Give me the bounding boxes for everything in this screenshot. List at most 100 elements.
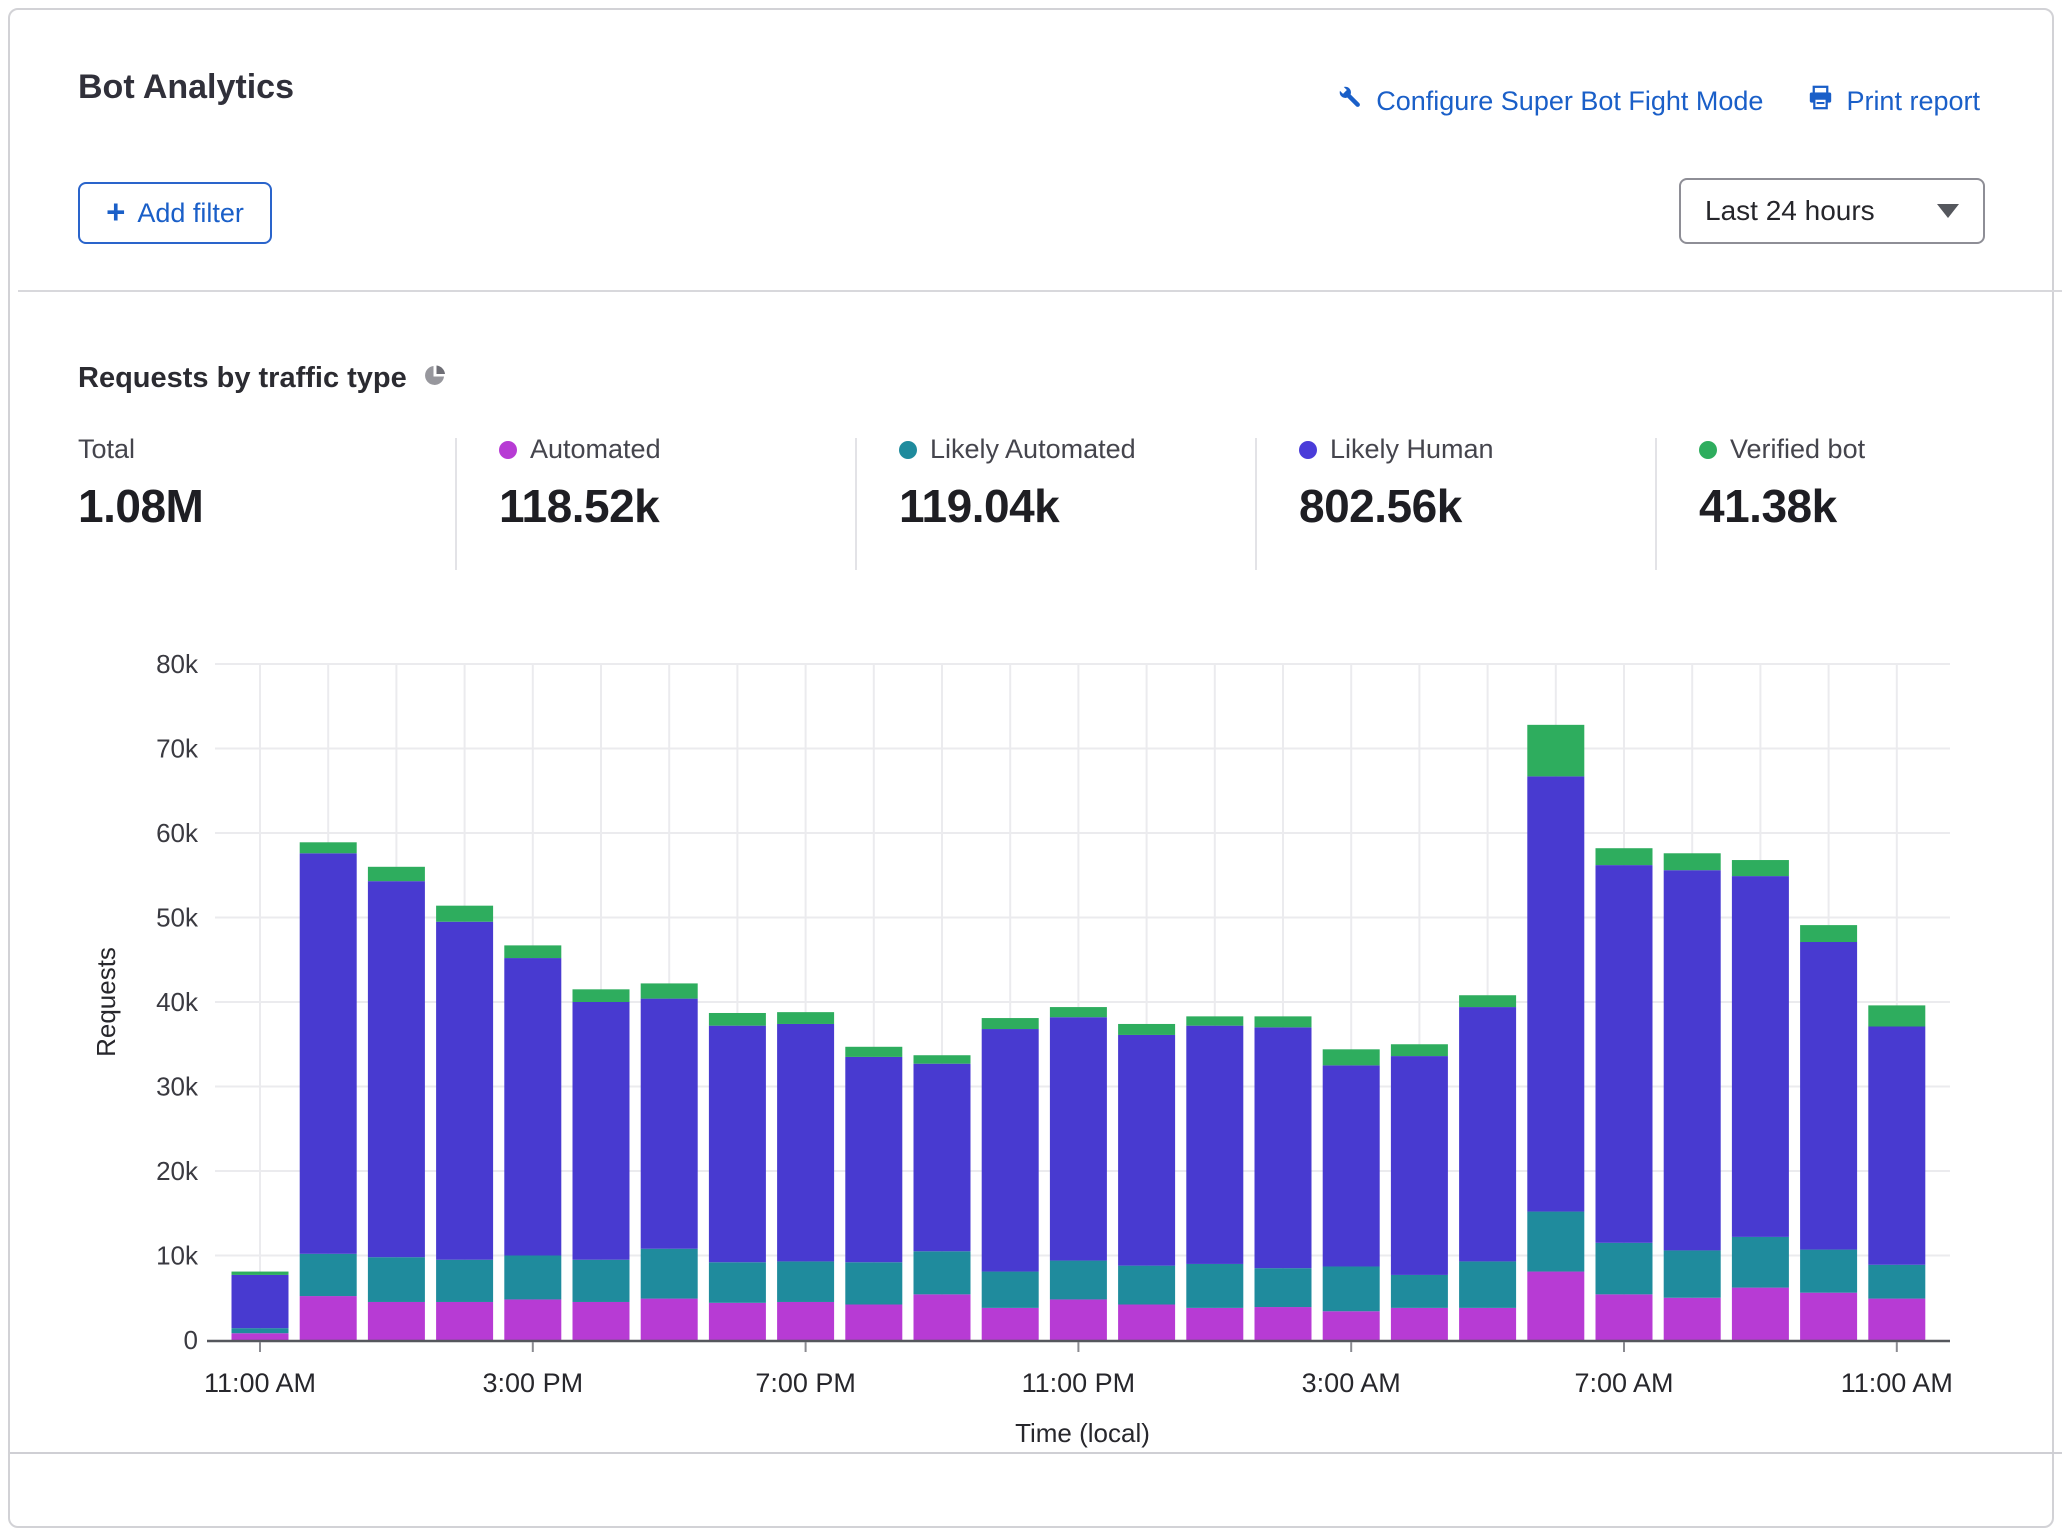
bar-segment: [436, 922, 493, 1260]
wrench-icon: [1337, 84, 1364, 118]
y-axis-tick-label: 40k: [156, 987, 199, 1017]
bar-segment: [1732, 876, 1789, 1237]
automated-legend-dot: [499, 441, 517, 459]
bar-segment: [1868, 1265, 1925, 1299]
bar-segment: [845, 1047, 902, 1057]
bar-segment: [641, 1299, 698, 1340]
bar-segment: [1391, 1044, 1448, 1056]
stat-likely-automated: Likely Automated 119.04k: [899, 434, 1136, 533]
bar-segment: [1459, 1261, 1516, 1307]
bar-segment: [1391, 1056, 1448, 1275]
bar-segment: [232, 1328, 289, 1333]
bar-segment: [1323, 1266, 1380, 1311]
x-axis-tick-label: 11:00 PM: [1022, 1368, 1136, 1398]
bar-segment: [1868, 1299, 1925, 1340]
stat-divider: [1655, 438, 1657, 570]
x-axis-title: Time (local): [1015, 1418, 1150, 1448]
y-axis-tick-label: 20k: [156, 1156, 199, 1186]
bar-segment: [1596, 1294, 1653, 1340]
bar-segment: [1527, 1212, 1584, 1272]
bar-segment: [709, 1262, 766, 1303]
y-axis-tick-label: 70k: [156, 734, 199, 764]
bar-segment: [1527, 776, 1584, 1211]
bar-segment: [573, 1002, 630, 1260]
bar-segment: [709, 1013, 766, 1026]
bar-segment: [232, 1272, 289, 1275]
bar-segment: [300, 1254, 357, 1296]
bar-segment: [232, 1275, 289, 1328]
stat-total: Total 1.08M: [78, 434, 203, 533]
y-axis-title: Requests: [91, 947, 121, 1057]
bar-segment: [1527, 1272, 1584, 1340]
bar-segment: [845, 1057, 902, 1262]
plus-icon: +: [106, 193, 125, 231]
bar-segment: [1527, 725, 1584, 777]
time-range-dropdown[interactable]: Last 24 hours: [1679, 178, 1985, 244]
bar-segment: [1050, 1261, 1107, 1300]
bar-segment: [641, 1249, 698, 1299]
bar-segment: [845, 1305, 902, 1340]
stat-verified-bot-label: Verified bot: [1730, 434, 1865, 465]
configure-super-bot-fight-mode-link[interactable]: Configure Super Bot Fight Mode: [1337, 84, 1763, 118]
bar-segment: [1800, 925, 1857, 942]
page-title: Bot Analytics: [78, 68, 294, 107]
stat-divider: [455, 438, 457, 570]
bar-segment: [1732, 1288, 1789, 1340]
y-axis-tick-label: 0: [184, 1325, 198, 1355]
bar-segment: [504, 1256, 561, 1300]
add-filter-button[interactable]: + Add filter: [78, 182, 272, 244]
pie-chart-icon: [423, 362, 447, 395]
y-axis-tick-label: 30k: [156, 1072, 199, 1102]
bar-segment: [1800, 942, 1857, 1250]
stat-verified-bot-value: 41.38k: [1699, 479, 1865, 533]
bar-segment: [1323, 1049, 1380, 1065]
stat-automated: Automated 118.52k: [499, 434, 661, 533]
bar-segment: [777, 1012, 834, 1024]
verified-bot-legend-dot: [1699, 441, 1717, 459]
print-report-link[interactable]: Print report: [1807, 84, 1980, 118]
bar-segment: [232, 1333, 289, 1340]
y-axis-tick-label: 50k: [156, 903, 199, 933]
x-axis-tick-label: 7:00 PM: [755, 1368, 856, 1398]
print-link-label: Print report: [1846, 86, 1980, 117]
bar-segment: [709, 1303, 766, 1340]
bar-segment: [1255, 1307, 1312, 1340]
bar-segment: [1459, 1007, 1516, 1261]
bar-segment: [1868, 1027, 1925, 1265]
bar-segment: [1664, 870, 1721, 1250]
bar-segment: [1118, 1266, 1175, 1305]
bar-segment: [300, 842, 357, 853]
bar-segment: [1459, 1308, 1516, 1340]
add-filter-label: Add filter: [137, 198, 244, 229]
y-axis-tick-label: 80k: [156, 649, 199, 679]
bar-segment: [436, 1260, 493, 1302]
bar-segment: [504, 958, 561, 1255]
x-axis-tick-label: 11:00 AM: [1841, 1368, 1953, 1398]
bar-segment: [436, 906, 493, 922]
bar-segment: [573, 989, 630, 1002]
bar-segment: [641, 999, 698, 1249]
bar-segment: [1186, 1016, 1243, 1025]
bar-segment: [1323, 1311, 1380, 1340]
stat-likely-human: Likely Human 802.56k: [1299, 434, 1494, 533]
bar-segment: [1323, 1065, 1380, 1266]
bar-segment: [1186, 1308, 1243, 1340]
bar-segment: [1664, 1250, 1721, 1297]
stat-divider: [855, 438, 857, 570]
bar-segment: [573, 1302, 630, 1340]
section-heading-label: Requests by traffic type: [78, 362, 407, 395]
bar-segment: [641, 983, 698, 998]
bar-segment: [982, 1029, 1039, 1272]
bar-segment: [368, 1257, 425, 1302]
header-divider: [18, 290, 2062, 292]
x-axis-tick-label: 11:00 AM: [204, 1368, 316, 1398]
bar-segment: [1459, 995, 1516, 1007]
stat-likely-automated-value: 119.04k: [899, 479, 1136, 533]
bar-segment: [1118, 1035, 1175, 1266]
bar-segment: [1186, 1264, 1243, 1308]
bar-segment: [709, 1026, 766, 1263]
bar-segment: [368, 867, 425, 881]
bar-segment: [573, 1260, 630, 1302]
top-links: Configure Super Bot Fight Mode Print rep…: [1337, 84, 1980, 118]
x-axis-tick-label: 3:00 PM: [483, 1368, 584, 1398]
